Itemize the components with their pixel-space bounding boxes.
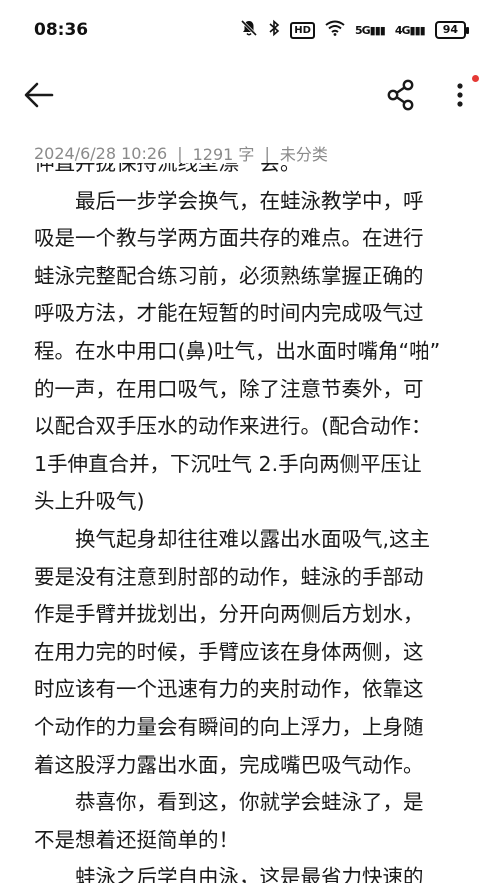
signal-4g-label: 4G	[394, 23, 411, 37]
meta-divider: |	[177, 143, 183, 163]
hd-badge: HD	[290, 21, 315, 39]
note-line: 头上升吸气)	[34, 489, 145, 514]
signal-5g-icon: 5G▮▮▮	[354, 23, 386, 37]
more-vertical-icon	[457, 83, 463, 107]
note-body[interactable]: 伸直并拢保持流线型漂一会。 最后一步学会换气，在蛙泳教学中，呼 吸是一个教与学两…	[34, 163, 474, 883]
toolbar	[0, 60, 500, 130]
note-line: 以配合双手压水的动作来进行。(配合动作：	[34, 414, 432, 439]
note-word-count: 1291 字	[192, 145, 255, 164]
note-line: 呼吸方法，才能在短暂的时间内完成吸气过	[34, 301, 424, 326]
share-button[interactable]	[386, 78, 416, 112]
arrow-left-icon	[24, 82, 54, 108]
wifi-icon	[325, 20, 345, 40]
bluetooth-icon	[268, 19, 280, 41]
note-line: 换气起身却往往难以露出水面吸气,这主	[34, 526, 431, 551]
battery-indicator: 94	[434, 21, 470, 39]
more-options-button[interactable]	[448, 78, 472, 112]
share-icon	[387, 79, 414, 111]
note-category[interactable]: 未分类	[280, 141, 328, 165]
note-line: 的一声，在用口吸气，除了注意节奏外，可	[34, 376, 424, 401]
note-line: 吸是一个教与学两方面共存的难点。在进行	[34, 226, 424, 251]
back-button[interactable]	[22, 78, 56, 112]
status-time: 08:36	[34, 20, 89, 40]
note-line: 程。在水中用口(鼻)吐气，出水面时嘴角“啪”	[34, 338, 441, 363]
note-meta: 2024/6/28 10:26 | 1291 字 | 未分类	[34, 141, 328, 165]
notification-dot	[472, 75, 479, 82]
signal-5g-label: 5G	[354, 23, 371, 37]
meta-divider: |	[264, 143, 270, 163]
note-line: 蛙泳之后学自由泳，这是最省力快速的	[34, 865, 424, 883]
status-bar: 08:36 HD 5G▮▮▮ 4G▮▮▮ 94	[0, 0, 500, 60]
mute-icon	[240, 19, 258, 41]
signal-4g-icon: 4G▮▮▮	[394, 23, 426, 37]
note-line: 要是没有注意到肘部的动作，蛙泳的手部动	[34, 564, 424, 589]
note-line: 时应该有一个迅速有力的夹肘动作，依靠这	[34, 677, 424, 702]
note-line: 恭喜你，看到这，你就学会蛙泳了，是	[34, 790, 424, 815]
note-line: 不是想着还挺简单的！	[34, 827, 239, 852]
note-line: 最后一步学会换气，在蛙泳教学中，呼	[34, 188, 424, 213]
note-line: 蛙泳完整配合练习前，必须熟练掌握正确的	[34, 263, 424, 288]
note-datetime: 2024/6/28 10:26	[34, 143, 168, 163]
note-line: 个动作的力量会有瞬间的向上浮力，上身随	[34, 714, 424, 739]
note-line: 在用力完的时候，手臂应该在身体两侧，这	[34, 639, 424, 664]
note-line: 1手伸直合并，下沉吐气 2.手向两侧平压让	[34, 451, 422, 476]
note-line: 作是手臂并拢划出，分开向两侧后方划水，	[34, 602, 424, 627]
status-icons: HD 5G▮▮▮ 4G▮▮▮ 94	[240, 19, 470, 41]
note-line: 伸直并拢保持流线型漂一会。	[34, 163, 301, 175]
note-line: 着这股浮力露出水面，完成嘴巴吸气动作。	[34, 752, 424, 777]
